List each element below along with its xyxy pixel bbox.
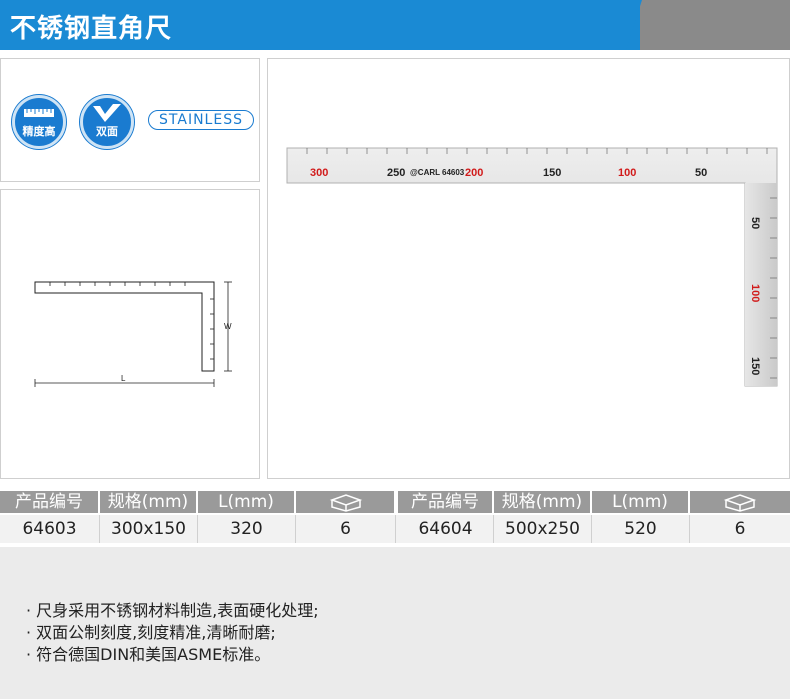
box-icon (329, 494, 363, 512)
precision-badge: 精度高 (12, 95, 66, 149)
right-header-box (690, 491, 790, 513)
left-header-length: L(mm) (198, 491, 296, 513)
box-icon (723, 494, 757, 512)
right-cell-length: 520 (592, 515, 690, 543)
ruler-model: 64603 (442, 168, 465, 177)
ruler-mark-150: 150 (543, 167, 561, 179)
right-cell-qty: 6 (734, 519, 746, 539)
ruler-mark-100: 100 (618, 167, 636, 179)
double-side-badge-label: 双面 (96, 125, 118, 138)
ruler-mark-50: 50 (695, 167, 707, 179)
right-header-code: 产品编号 (398, 491, 494, 513)
left-cell-qty: 6 (296, 515, 396, 543)
ruler-mark-250: 250 (387, 167, 405, 179)
ruler-side-100: 100 (749, 284, 761, 302)
right-header-spec: 规格(mm) (494, 491, 592, 513)
ruler-brand: @CARL (410, 168, 440, 177)
right-header-length: L(mm) (592, 491, 690, 513)
left-cell-code: 64603 (0, 515, 100, 543)
left-header-spec: 规格(mm) (100, 491, 198, 513)
ruler-side-150: 150 (749, 357, 761, 375)
double-side-badge: 双面 (80, 95, 134, 149)
left-header-code: 产品编号 (0, 491, 100, 513)
feature-item: · 双面公制刻度,刻度精准,清晰耐磨; (26, 623, 276, 642)
left-cell-length: 320 (198, 515, 296, 543)
page-title: 不锈钢直角尺 (10, 14, 173, 44)
left-cell-spec: 300x150 (100, 515, 198, 543)
feature-item: · 符合德国DIN和美国ASME标准。 (26, 645, 271, 664)
w-dimension-label: W (224, 322, 232, 331)
title-bar-grey (640, 0, 790, 50)
ruler-photo: 300 250 @CARL 64603 200 150 100 50 50 10… (286, 147, 778, 387)
l-dimension-label: L (121, 374, 126, 383)
right-cell-code: 64604 (398, 515, 494, 543)
right-cell-spec: 500x250 (494, 515, 592, 543)
ruler-side-50: 50 (749, 217, 761, 229)
ruler-mark-200: 200 (465, 167, 483, 179)
square-ruler-diagram: W L (34, 281, 232, 387)
left-header-box (296, 491, 396, 513)
feature-item: · 尺身采用不锈钢材料制造,表面硬化处理; (26, 601, 319, 620)
stainless-label: STAINLESS (148, 110, 254, 130)
ruler-mark-300: 300 (310, 167, 328, 179)
precision-badge-label: 精度高 (22, 125, 56, 138)
title-bar-notch (626, 0, 642, 50)
